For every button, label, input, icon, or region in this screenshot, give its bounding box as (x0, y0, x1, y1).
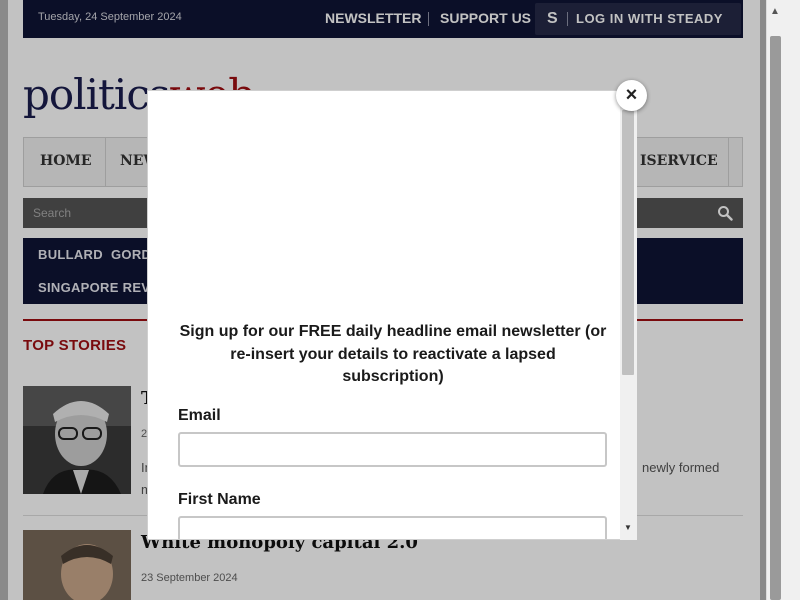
email-field[interactable] (178, 432, 607, 467)
first-name-label: First Name (178, 491, 261, 508)
close-icon: × (625, 84, 638, 106)
first-name-field[interactable] (178, 516, 607, 539)
modal-scrollbar-thumb[interactable] (622, 110, 634, 375)
newsletter-signup-modal: Sign up for our FREE daily headline emai… (147, 90, 637, 540)
window-edge (783, 0, 800, 600)
close-modal-button[interactable]: × (616, 80, 647, 111)
email-label: Email (178, 407, 221, 424)
modal-scrollbar[interactable]: ▲ ▼ (620, 90, 637, 540)
page-scrollbar[interactable]: ▲ (766, 0, 783, 600)
page-scrollbar-thumb[interactable] (770, 36, 781, 600)
modal-heading: Sign up for our FREE daily headline emai… (179, 323, 607, 385)
scroll-down-icon[interactable]: ▼ (624, 523, 632, 532)
scroll-up-icon[interactable]: ▲ (770, 6, 780, 17)
